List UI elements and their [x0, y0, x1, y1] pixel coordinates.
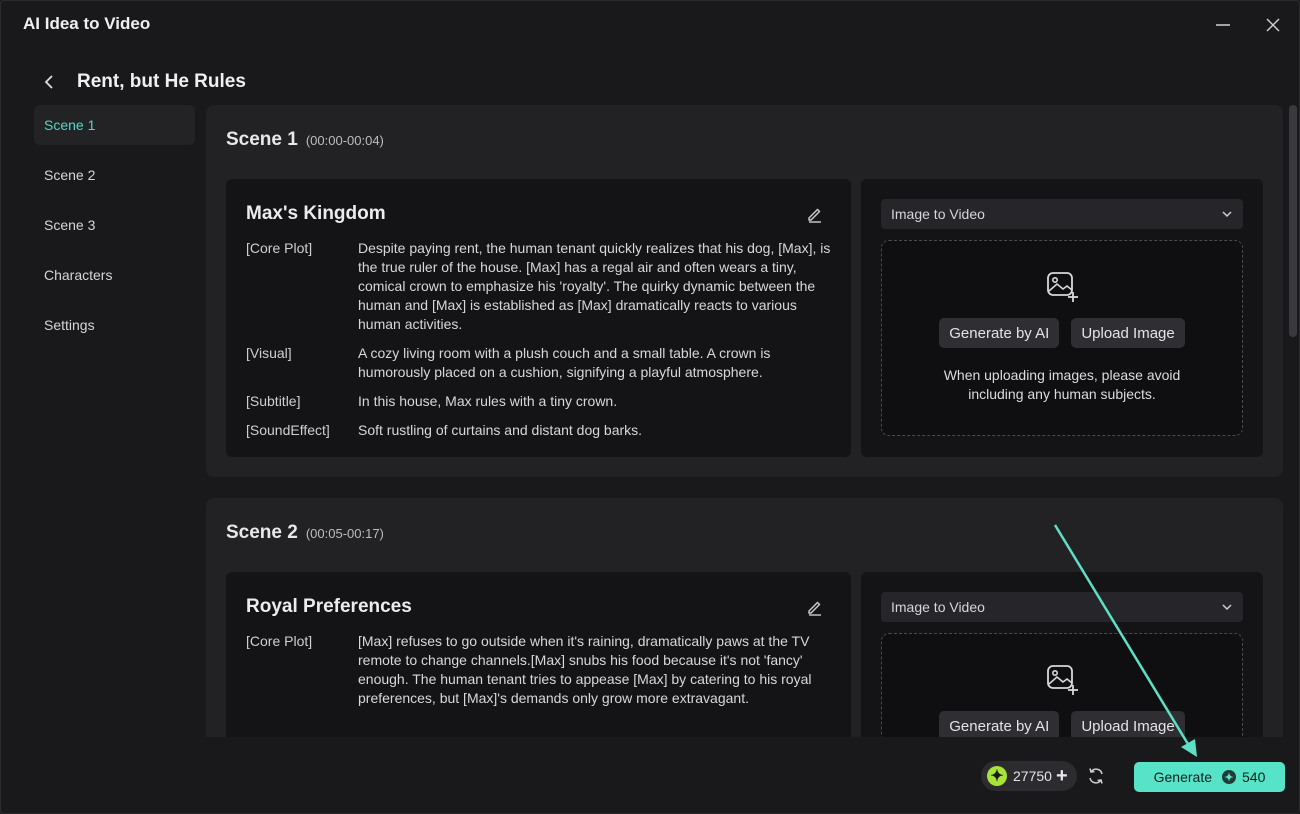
row-text: A cozy living room with a plush couch an…: [358, 345, 771, 380]
credits-badge[interactable]: ✦ 27750 +: [981, 761, 1077, 791]
scene-header: Scene 2 (00:05-00:17): [226, 522, 384, 544]
mode-select[interactable]: Image to Video: [881, 592, 1243, 622]
close-icon: [1266, 18, 1280, 32]
row-tag: [Subtitle]: [246, 393, 301, 409]
minimize-icon: [1216, 24, 1230, 26]
scene-title: Royal Preferences: [246, 596, 412, 617]
back-arrow-icon: [44, 75, 53, 89]
refresh-button[interactable]: [1086, 766, 1106, 786]
image-drop-zone[interactable]: Generate by AI Upload Image: [881, 633, 1243, 737]
upload-note: When uploading images, please avoid incl…: [943, 367, 1181, 402]
scene-time: (00:05-00:17): [305, 526, 384, 541]
row-text: [Max] refuses to go outside when it's ra…: [358, 633, 812, 706]
generate-by-ai-button[interactable]: Generate by AI: [939, 318, 1060, 348]
generate-button[interactable]: Generate ✦ 540: [1134, 762, 1285, 792]
media-actions: Generate by AI Upload Image: [882, 318, 1242, 348]
coin-icon: ✦: [987, 766, 1007, 786]
row-text: Soft rustling of curtains and distant do…: [358, 422, 643, 438]
scene-list[interactable]: Scene 1 (00:00-00:04) Max's Kingdom [Cor…: [206, 105, 1283, 737]
generate-cost: 540: [1242, 769, 1266, 785]
footer-bar: ✦ 27750 + Generate ✦ 540: [1, 741, 1299, 813]
chevron-down-icon: [1222, 211, 1232, 218]
scene-name: Scene 2: [226, 522, 298, 543]
scene-description: Royal Preferences [Core Plot] [Max] refu…: [226, 572, 851, 737]
scene-description: Max's Kingdom [Core Plot] Despite paying…: [226, 179, 851, 457]
upload-image-button[interactable]: Upload Image: [1071, 711, 1185, 737]
credits-value: 27750: [1013, 768, 1052, 784]
media-panel: Image to Video Generate by AI Upload Ima…: [861, 572, 1263, 737]
row-core-plot: [Core Plot] Despite paying rent, the hum…: [246, 239, 836, 334]
sidebar-item-characters[interactable]: Characters: [34, 255, 195, 295]
media-actions: Generate by AI Upload Image: [882, 711, 1242, 737]
row-tag: [SoundEffect]: [246, 422, 330, 438]
edit-icon: [808, 601, 821, 616]
row-tag: [Visual]: [246, 345, 292, 361]
plus-icon: +: [1055, 764, 1068, 787]
project-title: Rent, but He Rules: [77, 71, 246, 92]
title-bar: AI Idea to Video: [1, 1, 1299, 47]
row-tag: [Core Plot]: [246, 633, 313, 649]
app-window: AI Idea to Video Rent, but He Rules Scen…: [0, 0, 1300, 814]
minimize-button[interactable]: [1211, 13, 1235, 37]
image-drop-zone[interactable]: Generate by AI Upload Image When uploadi…: [881, 240, 1243, 436]
row-text: Despite paying rent, the human tenant qu…: [358, 240, 831, 332]
sidebar-item-settings[interactable]: Settings: [34, 305, 195, 345]
generate-by-ai-button[interactable]: Generate by AI: [939, 711, 1060, 737]
scene-title: Max's Kingdom: [246, 203, 386, 224]
row-visual: [Visual] A cozy living room with a plush…: [246, 344, 836, 382]
sidebar-item-scene-2[interactable]: Scene 2: [34, 155, 195, 195]
back-button[interactable]: [37, 70, 61, 94]
row-tag: [Core Plot]: [246, 240, 313, 256]
page-header: Rent, but He Rules: [37, 67, 246, 97]
mode-select-value: Image to Video: [891, 599, 985, 615]
coin-icon: ✦: [1222, 770, 1236, 784]
scene-header: Scene 1 (00:00-00:04): [226, 129, 384, 151]
scene-time: (00:00-00:04): [305, 133, 384, 148]
mode-select[interactable]: Image to Video: [881, 199, 1243, 229]
row-sound-effect: [SoundEffect] Soft rustling of curtains …: [246, 421, 836, 440]
scene-card-1: Scene 1 (00:00-00:04) Max's Kingdom [Cor…: [206, 105, 1283, 477]
edit-icon: [808, 208, 821, 223]
row-subtitle: [Subtitle] In this house, Max rules with…: [246, 392, 836, 411]
chevron-down-icon: [1222, 604, 1232, 611]
generate-label: Generate: [1153, 769, 1212, 785]
refresh-icon: [1089, 768, 1103, 784]
scroll-thumb[interactable]: [1289, 105, 1297, 337]
row-core-plot: [Core Plot] [Max] refuses to go outside …: [246, 632, 836, 708]
scrollbar[interactable]: [1289, 105, 1297, 737]
scene-sidebar: Scene 1 Scene 2 Scene 3 Characters Setti…: [34, 105, 195, 355]
mode-select-value: Image to Video: [891, 206, 985, 222]
scene-rows: [Core Plot] [Max] refuses to go outside …: [246, 632, 836, 718]
app-title: AI Idea to Video: [23, 14, 151, 33]
scene-card-2: Scene 2 (00:05-00:17) Royal Preferences …: [206, 498, 1283, 737]
sidebar-item-scene-3[interactable]: Scene 3: [34, 205, 195, 245]
sidebar-item-scene-1[interactable]: Scene 1: [34, 105, 195, 145]
image-add-icon: [1047, 665, 1078, 695]
image-add-icon: [1047, 272, 1078, 302]
upload-image-button[interactable]: Upload Image: [1071, 318, 1185, 348]
scene-rows: [Core Plot] Despite paying rent, the hum…: [246, 239, 836, 450]
media-panel: Image to Video Generate by AI Upload Ima…: [861, 179, 1263, 457]
row-text: In this house, Max rules with a tiny cro…: [358, 393, 618, 409]
edit-button[interactable]: [804, 203, 826, 225]
close-button[interactable]: [1261, 13, 1285, 37]
scene-name: Scene 1: [226, 129, 298, 150]
edit-button[interactable]: [804, 596, 826, 618]
